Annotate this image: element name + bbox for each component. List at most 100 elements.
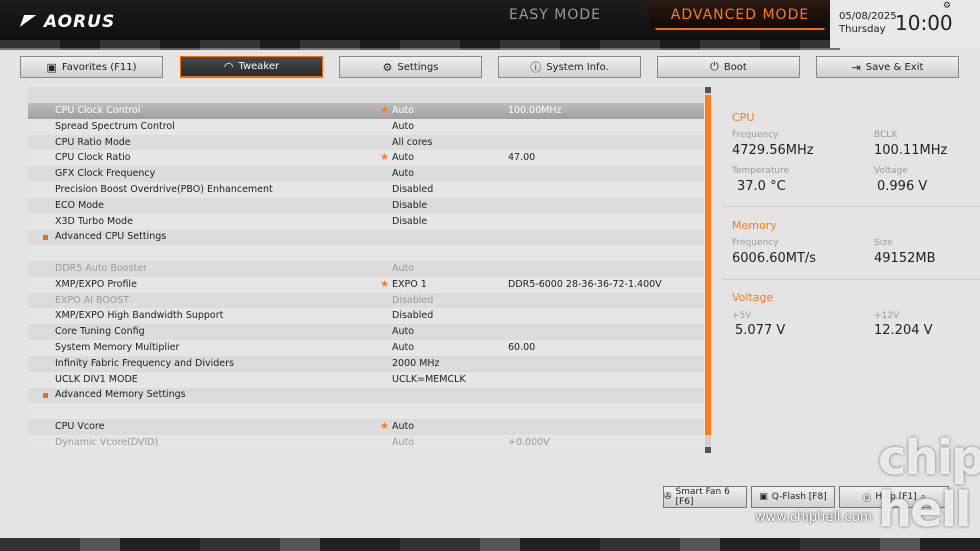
submenu-bullet-icon xyxy=(43,393,48,399)
setting-row[interactable]: CPU Vcore ★ Auto xyxy=(28,419,704,435)
setting-value: Disabled xyxy=(392,184,434,195)
chiphell-watermark-url: www.chiphell.com xyxy=(755,510,873,525)
setting-detail: 100.00MHz xyxy=(508,105,562,116)
setting-value: Auto xyxy=(392,342,415,353)
tab-label: Tweaker xyxy=(238,61,280,72)
v12-label: +12V xyxy=(874,311,900,321)
setting-row[interactable]: XMP/EXPO High Bandwidth Support Disabled xyxy=(28,308,704,325)
setting-row[interactable]: CPU Ratio Mode All cores xyxy=(28,135,704,151)
tab-save-exit[interactable]: ⇥ Save & Exit xyxy=(816,56,959,78)
header-stripe xyxy=(0,40,840,50)
advanced-mode-button[interactable]: ADVANCED MODE xyxy=(640,0,840,30)
setting-name: Core Tuning Config xyxy=(55,326,145,338)
setting-detail: 60.00 xyxy=(508,342,536,353)
setting-row[interactable]: System Memory Multiplier Auto 60.00 xyxy=(28,340,704,356)
tab-label: Favorites (F11) xyxy=(61,61,137,73)
info-icon: ⓘ xyxy=(530,61,542,74)
tab-boot[interactable]: ⏻ Boot xyxy=(657,56,800,78)
setting-name: DDR5 Auto Booster xyxy=(55,263,147,274)
setting-row[interactable]: DDR5 Auto Booster Auto xyxy=(28,261,704,277)
v5-value: 5.077 V xyxy=(735,323,786,338)
setting-name: CPU Ratio Mode xyxy=(55,136,131,148)
setting-name: Precision Boost Overdrive(PBO) Enhanceme… xyxy=(55,184,273,195)
submenu-item[interactable]: Advanced Memory Settings xyxy=(28,387,704,403)
setting-row[interactable]: UCLK DIV1 MODE UCLK=MEMCLK xyxy=(28,371,704,388)
setting-row[interactable]: CPU Clock Ratio ★ Auto 47.00 xyxy=(28,150,704,167)
setting-row[interactable]: GFX Clock Frequency Auto xyxy=(28,166,704,182)
setting-name: XMP/EXPO Profile xyxy=(55,278,137,290)
tab-label: Save & Exit xyxy=(865,61,924,73)
setting-name: UCLK DIV1 MODE xyxy=(55,373,138,385)
setting-value: EXPO 1 xyxy=(392,278,427,290)
setting-row[interactable]: Infinity Fabric Frequency and Dividers 20… xyxy=(28,356,704,372)
q-flash-button[interactable]: ▣ Q-Flash [F8] xyxy=(751,486,835,508)
memory-size-label: Size xyxy=(874,238,893,248)
power-icon: ⏻ xyxy=(710,60,719,73)
setting-row[interactable]: ECO Mode Disable xyxy=(28,198,704,214)
setting-value: Auto xyxy=(392,105,415,116)
setting-detail: DDR5-6000 28-36-36-72-1.400V xyxy=(508,278,662,290)
memory-frequency-value: 6006.60MT/s xyxy=(732,251,817,266)
divider xyxy=(722,206,980,207)
cpu-frequency-label: Frequency xyxy=(732,130,779,140)
setting-row[interactable]: EXPO AI BOOST Disabled xyxy=(28,293,704,309)
settings-list: CPU Clock Control ★ Auto 100.00MHz Spread Sp… xyxy=(28,87,704,451)
setting-row[interactable]: Core Tuning Config Auto xyxy=(28,324,704,340)
q-flash-label: Q-Flash [F8] xyxy=(771,492,827,502)
setting-value: Disabled xyxy=(392,310,434,322)
v12-value: 12.204 V xyxy=(874,323,933,338)
memory-frequency-label: Frequency xyxy=(732,238,779,248)
setting-name: GFX Clock Frequency xyxy=(55,168,156,180)
setting-row[interactable]: XMP/EXPO Profile ★ EXPO 1 DDR5-6000 28-36-3… xyxy=(28,276,704,293)
setting-value: 2000 MHz xyxy=(392,357,440,369)
setting-value: Auto xyxy=(392,326,415,338)
tab-system-info[interactable]: ⓘ System Info. xyxy=(498,56,641,78)
setting-name: ECO Mode xyxy=(55,199,105,211)
scroll-up-arrow[interactable] xyxy=(705,87,711,93)
scroll-thumb[interactable] xyxy=(705,95,711,435)
submenu-bullet-icon xyxy=(43,235,48,241)
submenu-item[interactable]: Advanced CPU Settings xyxy=(28,229,704,245)
speedometer-icon: ◠ xyxy=(223,60,234,73)
cpu-voltage-label: Voltage xyxy=(874,166,908,176)
cpu-temperature-label: Temperature xyxy=(732,166,790,176)
tab-favorites[interactable]: ▣ Favorites (F11) xyxy=(20,56,163,78)
setting-row[interactable]: Precision Boost Overdrive(PBO) Enhanceme… xyxy=(28,182,704,198)
setting-name: Dynamic Vcore(DVID) xyxy=(55,436,159,448)
chip-icon: ▣ xyxy=(759,492,768,502)
day-text: Thursday xyxy=(839,24,886,35)
setting-name: Advanced Memory Settings xyxy=(55,389,186,401)
setting-row[interactable]: CPU Clock Control ★ Auto 100.00MHz xyxy=(28,103,704,119)
setting-name: XMP/EXPO High Bandwidth Support xyxy=(55,310,224,322)
settings-scrollbar[interactable] xyxy=(705,87,711,453)
setting-row[interactable]: Spread Spectrum Control Auto xyxy=(28,118,704,135)
tab-label: Settings xyxy=(397,61,439,73)
setting-detail: 47.00 xyxy=(508,152,536,164)
date-display: 05/08/2025 Thursday xyxy=(839,10,897,36)
favorites-icon: ▣ xyxy=(46,60,57,74)
setting-value: Auto xyxy=(392,263,415,274)
setting-row[interactable]: X3D Turbo Mode Disable xyxy=(28,213,704,230)
fan-icon: ✇ xyxy=(664,492,672,502)
memory-section-title: Memory xyxy=(732,219,777,232)
setting-detail: +0.000V xyxy=(508,436,550,448)
gear-icon: ⚙ xyxy=(382,60,393,74)
date-text: 05/08/2025 xyxy=(839,11,897,22)
setting-row[interactable]: Dynamic Vcore(DVID) Auto +0.000V xyxy=(28,434,704,451)
tab-tweaker[interactable]: ◠ Tweaker xyxy=(180,56,323,78)
modified-star-icon: ★ xyxy=(380,421,389,432)
scroll-down-arrow[interactable] xyxy=(705,447,711,453)
spacer-row xyxy=(28,245,704,262)
bclk-value: 100.11MHz xyxy=(874,143,948,158)
cpu-section-title: CPU xyxy=(732,111,755,124)
gear-icon[interactable]: ⚙ xyxy=(943,1,951,11)
smart-fan-button[interactable]: ✇ Smart Fan 6 [F6] xyxy=(663,486,747,508)
setting-name: CPU Clock Ratio xyxy=(55,152,131,164)
setting-name: Infinity Fabric Frequency and Dividers xyxy=(55,357,235,369)
easy-mode-button[interactable]: EASY MODE xyxy=(480,0,630,30)
setting-value: Auto xyxy=(392,421,415,432)
tab-settings[interactable]: ⚙ Settings xyxy=(339,56,482,78)
chiphell-watermark-logo: chip hell xyxy=(878,430,980,538)
setting-value: Disabled xyxy=(392,294,434,306)
setting-value: All cores xyxy=(392,136,433,148)
